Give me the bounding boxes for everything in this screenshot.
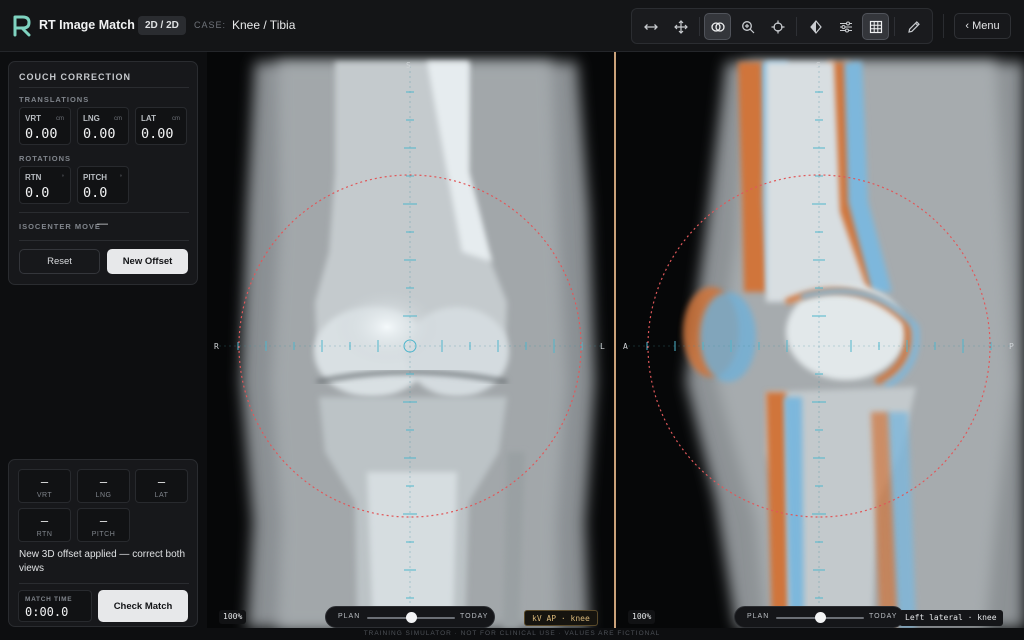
rotations-label: ROTATIONS xyxy=(19,154,72,163)
flip-horizontal-icon xyxy=(643,23,658,30)
view-toolbar xyxy=(631,8,933,44)
translations-label: TRANSLATIONS xyxy=(19,95,90,104)
ap-orient-left: R xyxy=(214,342,219,351)
match-time-value: 0:00.0 xyxy=(25,605,69,619)
overlay-icon xyxy=(710,21,725,32)
couch-correction-panel: COUCH CORRECTION TRANSLATIONS VRT cm 0.0… xyxy=(8,61,198,285)
annotate-tool[interactable] xyxy=(900,13,927,40)
ap-blend-knob[interactable] xyxy=(405,612,417,623)
zoom-tool[interactable] xyxy=(734,13,761,40)
match-time: MATCH TIME 0:00.0 xyxy=(18,590,92,622)
lateral-orient-left: A xyxy=(623,342,628,351)
ap-orient-right: L xyxy=(600,342,605,351)
lateral-blend-knob[interactable] xyxy=(814,612,826,623)
isocenter-move-label: ISOCENTER MOVE xyxy=(19,222,101,231)
mode-badge[interactable]: 2D / 2D xyxy=(138,16,186,35)
rtn-value: 0.0 xyxy=(25,185,50,201)
menu-button[interactable]: ‹ Menu xyxy=(954,13,1011,39)
match-lng: – LNG xyxy=(77,469,130,503)
flip-horizontal-tool[interactable] xyxy=(637,13,664,40)
grid-tool[interactable] xyxy=(862,13,889,40)
case-label: CASE: xyxy=(194,20,227,30)
ap-orient-top: S xyxy=(406,61,411,70)
sliders-tool[interactable] xyxy=(832,13,859,40)
overlay-tool[interactable] xyxy=(704,13,731,40)
ap-xray-image xyxy=(207,52,614,628)
status-message: New 3D offset applied — correct both vie… xyxy=(19,549,186,574)
match-lat: – LAT xyxy=(135,469,188,503)
top-bar: RT Image Match 2D / 2D CASE: Knee / Tibi… xyxy=(0,0,1024,52)
match-rtn: – RTN xyxy=(18,508,71,542)
ap-viewport[interactable]: S R L 100% PLAN TODAY kV AP · knee xyxy=(207,52,614,628)
ap-view-tag: kV AP · knee xyxy=(524,610,598,626)
lateral-orient-right: P xyxy=(1009,342,1014,351)
contrast-icon xyxy=(809,19,822,34)
lateral-xray-image xyxy=(616,52,1024,628)
ap-blend-slider[interactable]: PLAN TODAY xyxy=(325,606,495,628)
lateral-view-tag: Left lateral · knee xyxy=(899,610,1003,626)
grid-icon xyxy=(869,20,882,33)
lat-field[interactable]: LAT cm 0.00 xyxy=(135,107,187,145)
vrt-value: 0.00 xyxy=(25,126,58,142)
move-icon xyxy=(673,19,688,34)
lateral-zoom-level: 100% xyxy=(628,610,656,624)
panel-title: COUCH CORRECTION xyxy=(19,72,131,82)
footer-disclaimer: TRAINING SIMULATOR · NOT FOR CLINICAL US… xyxy=(0,628,1024,640)
move-tool[interactable] xyxy=(667,13,694,40)
match-pitch: – PITCH xyxy=(77,508,130,542)
lateral-viewport[interactable]: S A P 100% PLAN TODAY Left lateral · kne… xyxy=(616,52,1024,628)
pitch-field[interactable]: PITCH ° 0.0 xyxy=(77,166,129,204)
pencil-icon xyxy=(907,20,920,33)
app-title: RT Image Match xyxy=(39,18,135,32)
crosshair-icon xyxy=(771,20,784,33)
app-logo-icon xyxy=(13,15,31,37)
isocenter-move-value: — xyxy=(97,218,108,230)
sliders-icon xyxy=(839,21,852,32)
check-match-button[interactable]: Check Match xyxy=(98,590,188,622)
contrast-tool[interactable] xyxy=(802,13,829,40)
match-vrt: – VRT xyxy=(18,469,71,503)
new-offset-button[interactable]: New Offset xyxy=(107,249,188,274)
crosshair-tool[interactable] xyxy=(764,13,791,40)
lng-field[interactable]: LNG cm 0.00 xyxy=(77,107,129,145)
vrt-field[interactable]: VRT cm 0.00 xyxy=(19,107,71,145)
pitch-value: 0.0 xyxy=(83,185,108,201)
lat-value: 0.00 xyxy=(141,126,174,142)
case-value: Knee / Tibia xyxy=(232,18,296,32)
zoom-icon xyxy=(741,20,754,33)
reset-button[interactable]: Reset xyxy=(19,249,100,274)
match-result-panel: – VRT – LNG – LAT – RTN – PITCH New 3D o… xyxy=(8,459,198,627)
lateral-blend-slider[interactable]: PLAN TODAY xyxy=(734,606,904,628)
lateral-orient-top: S xyxy=(816,61,821,70)
ap-zoom-level: 100% xyxy=(219,610,247,624)
lng-value: 0.00 xyxy=(83,126,116,142)
rtn-field[interactable]: RTN ° 0.0 xyxy=(19,166,71,204)
